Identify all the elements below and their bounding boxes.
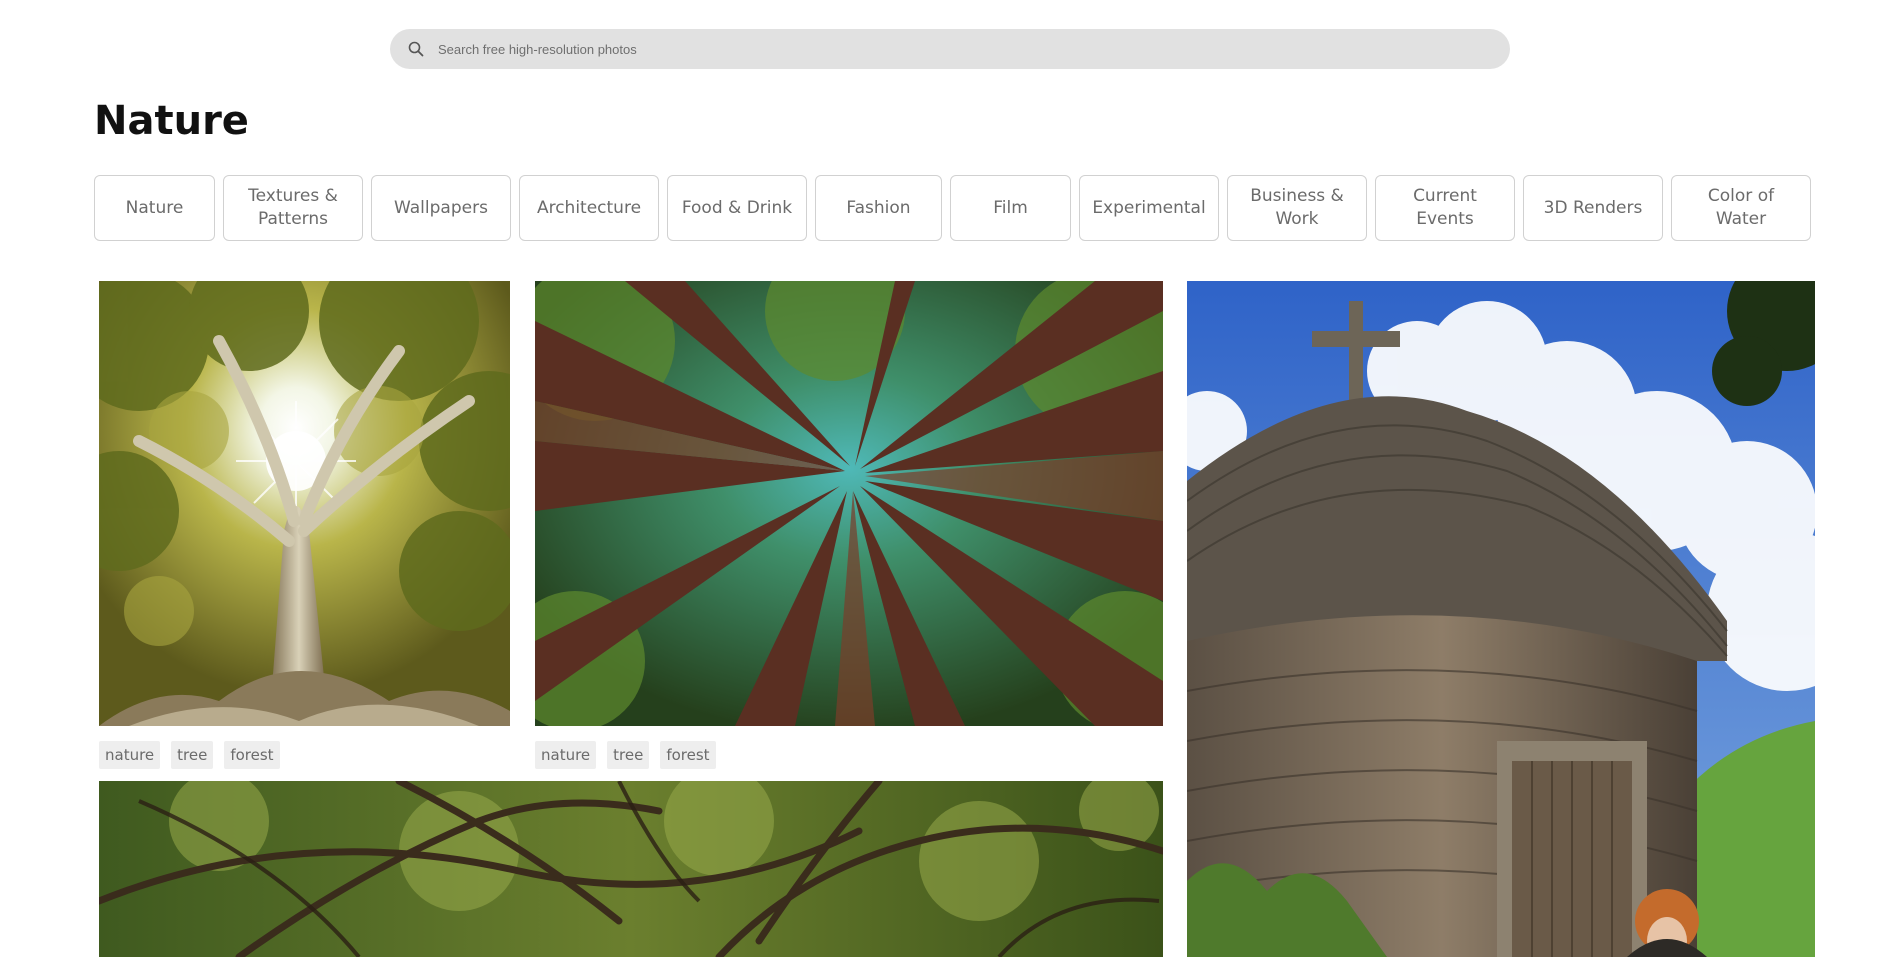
- photo-card-redwoods[interactable]: [535, 281, 1163, 726]
- tag-chip[interactable]: forest: [224, 741, 280, 769]
- photo-image: [1187, 281, 1815, 957]
- photo-tags: nature tree forest: [535, 741, 727, 769]
- topic-nav: Nature Textures & Patterns Wallpapers Ar…: [94, 175, 1811, 241]
- tag-chip[interactable]: tree: [171, 741, 214, 769]
- page-title: Nature: [94, 98, 249, 144]
- topic-chip-nature[interactable]: Nature: [94, 175, 215, 241]
- search-icon: [406, 39, 426, 59]
- topic-chip-food-drink[interactable]: Food & Drink: [667, 175, 807, 241]
- photo-image: [99, 281, 510, 726]
- tag-chip[interactable]: tree: [607, 741, 650, 769]
- topic-chip-fashion[interactable]: Fashion: [815, 175, 942, 241]
- topic-chip-wallpapers[interactable]: Wallpapers: [371, 175, 511, 241]
- topic-chip-3d-renders[interactable]: 3D Renders: [1523, 175, 1663, 241]
- photo-image: [99, 781, 1163, 957]
- search-bar[interactable]: [390, 29, 1510, 69]
- tag-chip[interactable]: nature: [99, 741, 161, 769]
- photo-card-tree-sunburst[interactable]: [99, 281, 510, 726]
- tag-chip[interactable]: nature: [535, 741, 597, 769]
- topic-chip-experimental[interactable]: Experimental: [1079, 175, 1219, 241]
- topic-chip-current-events[interactable]: Current Events: [1375, 175, 1515, 241]
- topic-chip-business-work[interactable]: Business & Work: [1227, 175, 1367, 241]
- tag-chip[interactable]: forest: [660, 741, 716, 769]
- topic-chip-color-of-water[interactable]: Color of Water: [1671, 175, 1811, 241]
- photo-image: [535, 281, 1163, 726]
- search-input[interactable]: [436, 40, 1336, 58]
- topic-chip-film[interactable]: Film: [950, 175, 1071, 241]
- photo-card-stone-chapel[interactable]: [1187, 281, 1815, 957]
- topic-chip-textures-patterns[interactable]: Textures & Patterns: [223, 175, 363, 241]
- photo-tags: nature tree forest: [99, 741, 291, 769]
- photo-card-oak-canopy[interactable]: [99, 781, 1163, 957]
- topic-chip-architecture[interactable]: Architecture: [519, 175, 659, 241]
